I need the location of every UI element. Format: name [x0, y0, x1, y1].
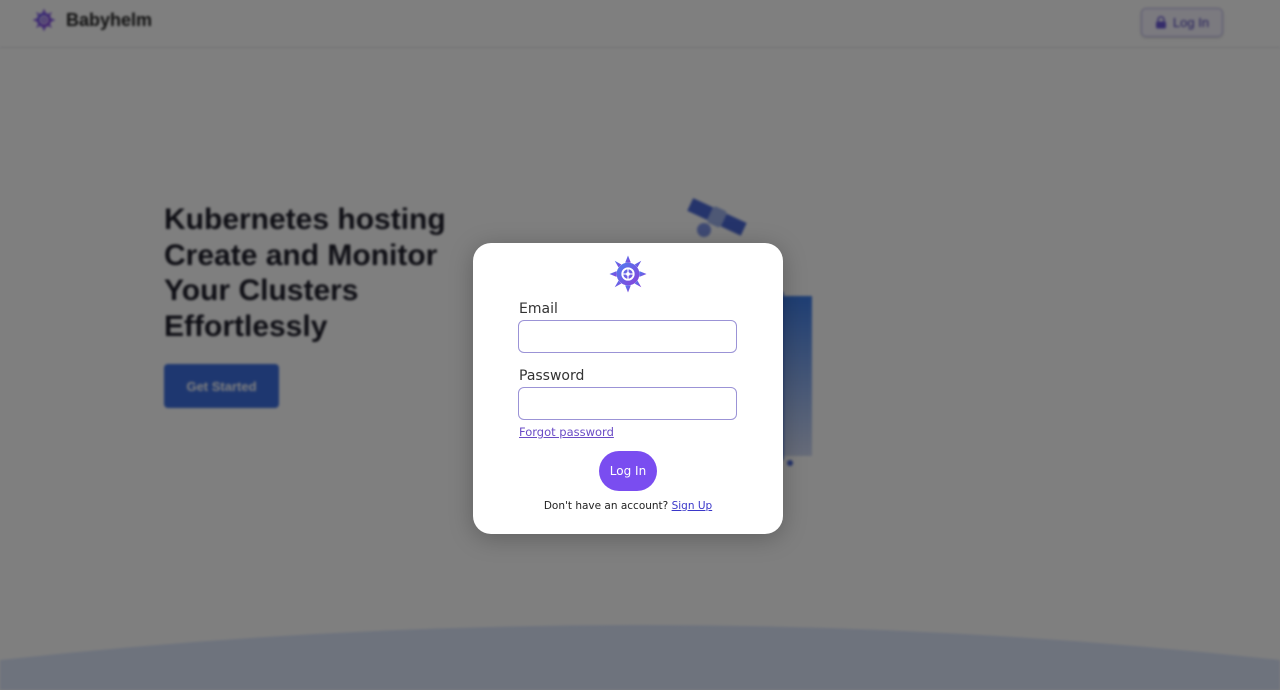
signup-prompt-text: Don't have an account?: [543, 500, 669, 512]
helm-wheel-icon: [609, 255, 647, 293]
signup-link[interactable]: Sign Up: [672, 500, 713, 512]
password-field[interactable]: [518, 387, 737, 420]
password-label: Password: [519, 368, 585, 384]
email-label: Email: [519, 301, 558, 317]
signup-prompt-row: Don't have an account? Sign Up: [473, 500, 783, 512]
login-modal: Email Password Forgot password Log In Do…: [473, 243, 783, 534]
email-field[interactable]: [518, 320, 737, 353]
login-submit-button[interactable]: Log In: [599, 451, 657, 491]
forgot-password-link[interactable]: Forgot password: [519, 425, 614, 439]
